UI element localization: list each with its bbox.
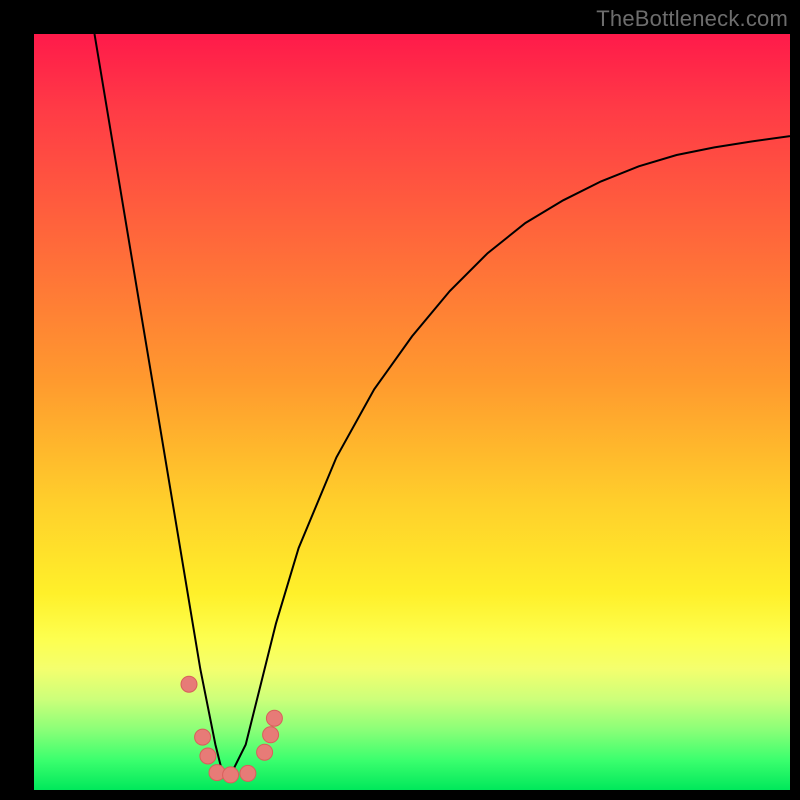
plot-area	[34, 34, 790, 790]
outer-frame: TheBottleneck.com	[0, 0, 800, 800]
marker-dot	[240, 765, 256, 781]
marker-dot	[263, 727, 279, 743]
marker-dot	[195, 729, 211, 745]
chart-svg	[34, 34, 790, 790]
watermark-text: TheBottleneck.com	[596, 6, 788, 32]
marker-dot	[200, 748, 216, 764]
marker-dot	[266, 710, 282, 726]
marker-dot	[181, 676, 197, 692]
marker-dot	[257, 744, 273, 760]
marker-dot	[223, 767, 239, 783]
bottleneck-curve	[95, 34, 791, 775]
marker-group	[181, 676, 282, 783]
